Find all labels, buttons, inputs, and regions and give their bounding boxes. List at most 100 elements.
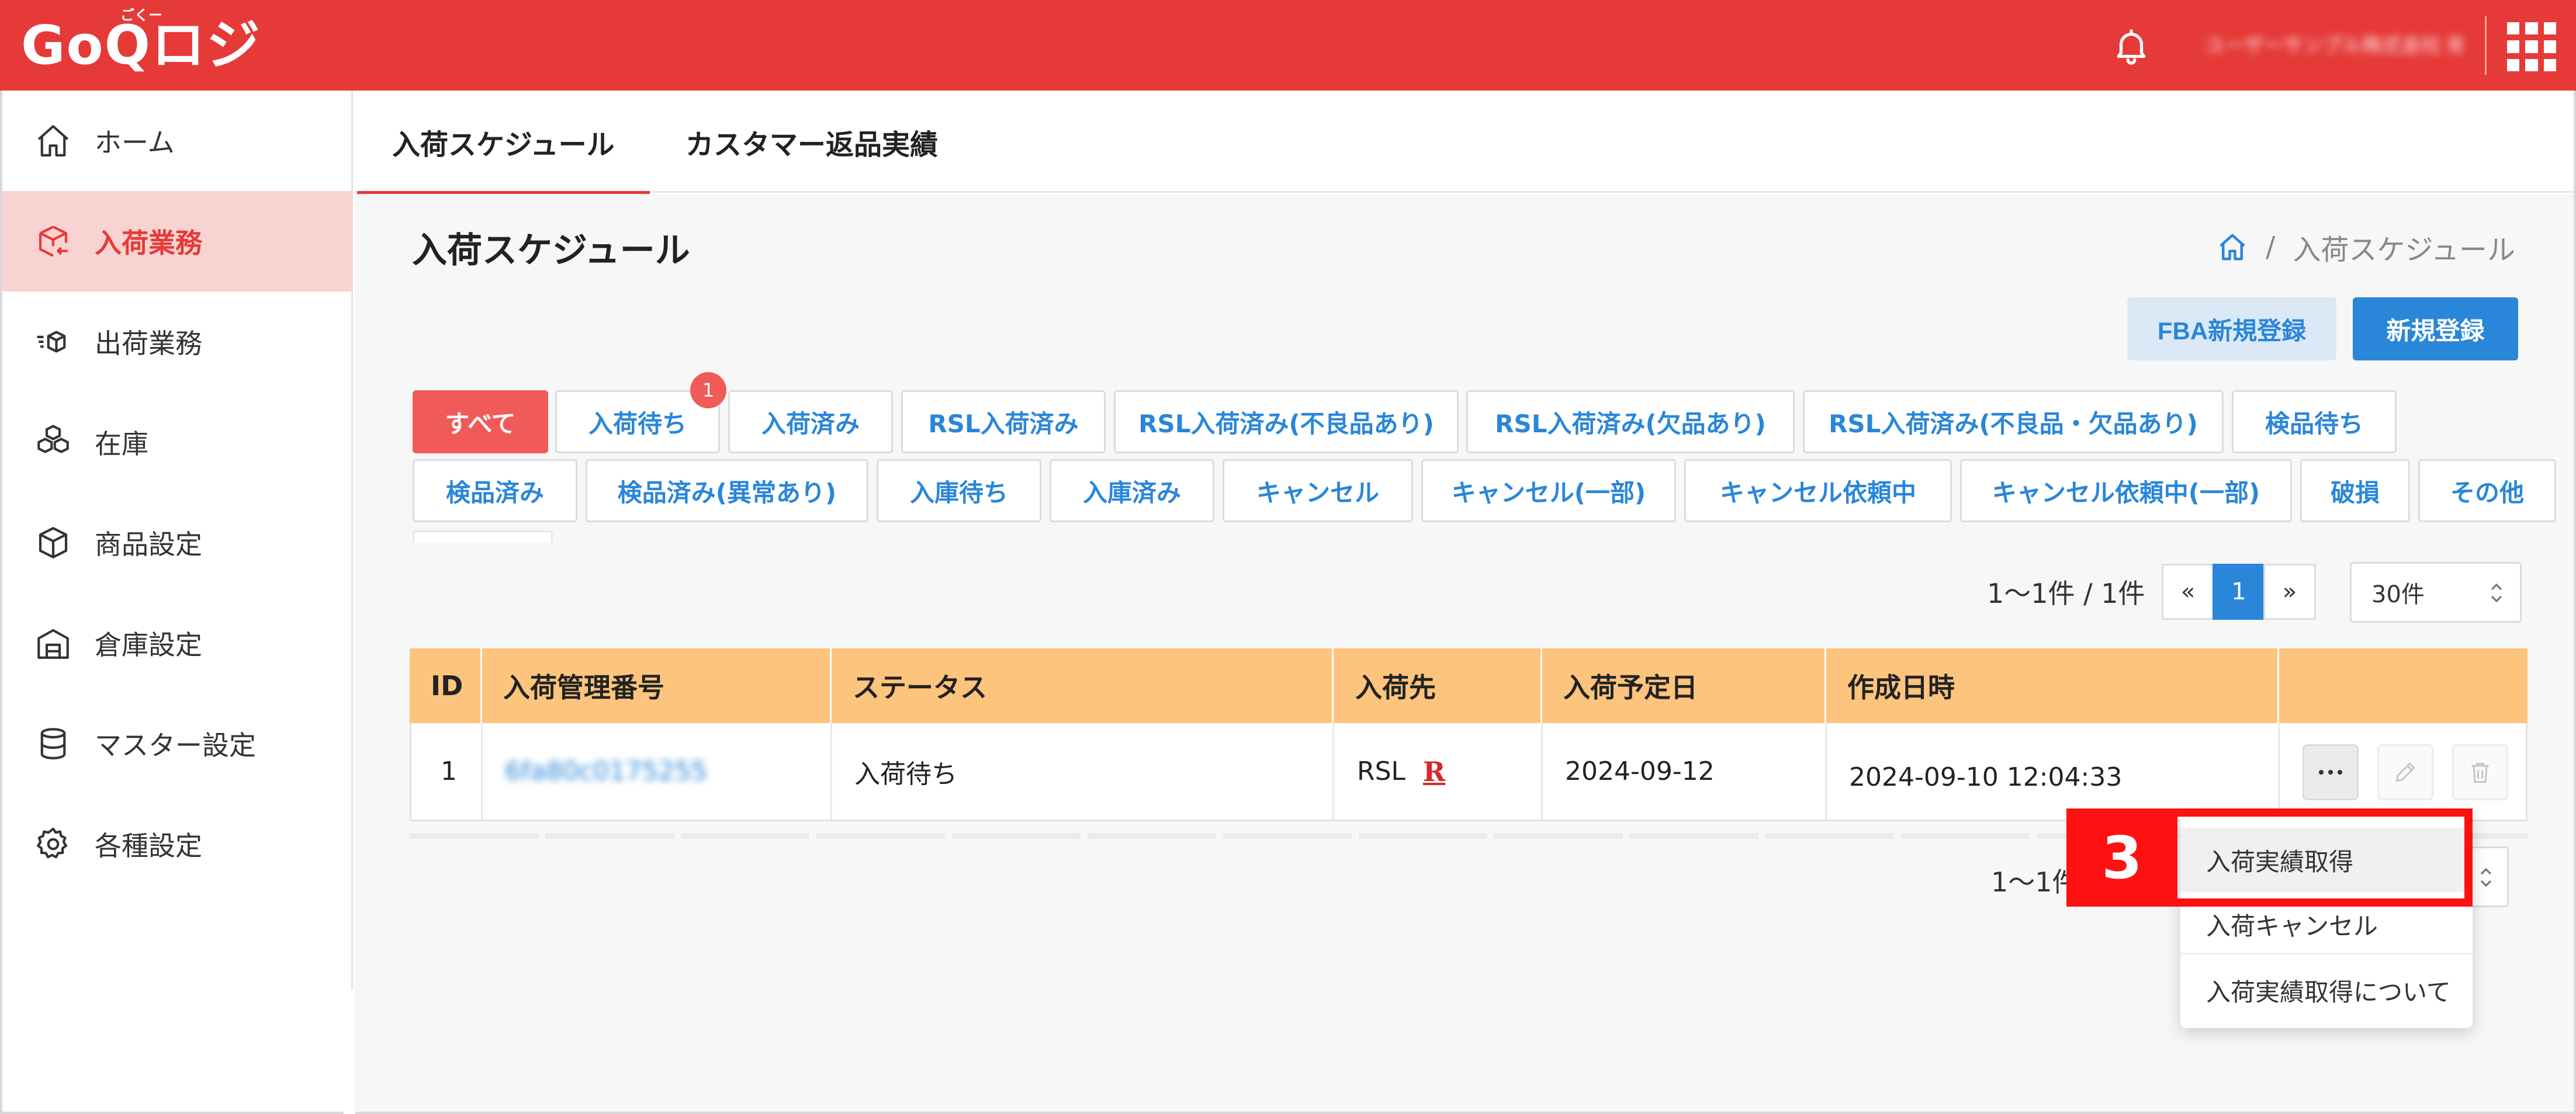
pagination-prev[interactable]: «	[2162, 564, 2214, 620]
filter-arrived[interactable]: 入荷済み	[728, 390, 893, 453]
user-name-menu[interactable]: ユーザーサンプル株式会社 様	[2204, 34, 2461, 57]
step-number-badge: 3	[2066, 808, 2177, 907]
status-filter-tabs: すべて 入荷待ち 入荷済み RSL入荷済み RSL入荷済み(不良品あり) RSL…	[413, 390, 2563, 542]
filter-cancel-partial[interactable]: キャンセル(一部)	[1421, 459, 1676, 522]
filter-damaged[interactable]: 破損	[2300, 459, 2410, 522]
logo-text: GoQロジ	[21, 14, 261, 77]
sidebar-item-home[interactable]: ホーム	[2, 91, 353, 191]
menu-item-about-inbound-results[interactable]: 入荷実績取得について	[2180, 958, 2473, 1022]
column-divider	[1541, 723, 1543, 820]
sidebar-item-various-settings[interactable]: 各種設定	[2, 794, 353, 894]
gear-icon	[37, 827, 68, 859]
filter-awaiting-inspection[interactable]: 検品待ち	[2232, 390, 2397, 453]
column-header[interactable]: 入荷管理番号	[503, 648, 664, 723]
new-button[interactable]: 新規登録	[2353, 297, 2518, 360]
product-box-icon	[39, 527, 68, 558]
filter-rsl-defective-missing[interactable]: RSL入荷済み(不良品・欠品あり)	[1803, 390, 2224, 453]
cell-number: 6fa80c0175255	[505, 723, 708, 820]
sidebar-item-outbound[interactable]: 出荷業務	[2, 291, 353, 392]
sidebar-item-label: ホーム	[95, 127, 175, 158]
column-divider	[1540, 648, 1542, 723]
pencil-icon	[2395, 762, 2415, 782]
column-divider	[481, 723, 483, 820]
bell-icon[interactable]	[2111, 25, 2152, 68]
sidebar-item-label: 各種設定	[95, 830, 202, 862]
filter-cancel-requested-partial[interactable]: キャンセル依頼中(一部)	[1960, 459, 2292, 522]
column-header[interactable]: 入荷予定日	[1563, 648, 1698, 723]
sidebar-item-master-settings[interactable]: マスター設定	[2, 693, 353, 794]
edit-button[interactable]	[2377, 744, 2433, 800]
filter-other[interactable]: その他	[2418, 459, 2556, 522]
column-divider	[480, 648, 482, 723]
updown-chevron-icon	[2491, 583, 2502, 603]
filter-cancel[interactable]: キャンセル	[1223, 459, 1413, 522]
rakuten-r-icon: R	[1423, 755, 1446, 787]
outbound-box-icon	[37, 331, 66, 353]
column-divider	[2278, 723, 2280, 820]
delete-button[interactable]	[2452, 744, 2508, 800]
per-page-select[interactable]: 30件	[2350, 562, 2522, 623]
table-header: ID 入荷管理番号 ステータス 入荷先 入荷予定日 作成日時	[410, 648, 2527, 723]
sidebar-item-label: 倉庫設定	[95, 629, 202, 661]
sidebar: ホーム 入荷業務 出荷業務 在庫 商品設定 倉庫設定 マスター設定 各種設定	[2, 91, 353, 1112]
updown-chevron-icon	[2480, 867, 2492, 887]
home-icon	[37, 125, 69, 157]
column-header[interactable]: 作成日時	[1847, 648, 1955, 723]
pagination-count-bottom: 1〜1件	[1991, 866, 2079, 898]
column-header: ID	[431, 670, 463, 702]
pagination-next[interactable]: »	[2263, 564, 2316, 620]
column-header[interactable]: 入荷先	[1355, 648, 1436, 723]
filter-cancel-requested[interactable]: キャンセル依頼中	[1684, 459, 1952, 522]
warehouse-icon	[37, 629, 69, 659]
breadcrumb: / 入荷スケジュール	[2217, 227, 2515, 268]
sidebar-item-label: 在庫	[95, 428, 148, 460]
sidebar-item-label: 入荷業務	[95, 227, 202, 259]
cell-destination: RSL R	[1357, 723, 1445, 820]
column-divider	[2277, 648, 2279, 723]
column-divider	[1332, 723, 1334, 820]
column-divider	[1825, 723, 1827, 820]
per-page-value: 30件	[2371, 581, 2425, 608]
tab-customer-returns[interactable]: カスタマー返品実績	[685, 91, 938, 193]
filter-overflow	[413, 530, 553, 542]
column-divider	[830, 648, 832, 723]
filter-inspected-abnormal[interactable]: 検品済み(異常あり)	[586, 459, 868, 522]
filter-count-badge: 1	[690, 372, 726, 408]
stock-boxes-icon	[37, 425, 69, 453]
sidebar-item-label: マスター設定	[95, 730, 256, 761]
header-divider	[2485, 16, 2487, 75]
filter-all[interactable]: すべて	[413, 390, 548, 453]
sidebar-item-label: 出荷業務	[95, 328, 202, 359]
database-icon	[40, 728, 66, 759]
app-header: GoQロジ ごくー ユーザーサンプル株式会社 様	[0, 0, 2576, 91]
filter-rsl-missing[interactable]: RSL入荷済み(欠品あり)	[1466, 390, 1795, 453]
column-divider	[830, 723, 832, 820]
sidebar-item-inbound[interactable]: 入荷業務	[2, 191, 353, 291]
tab-inbound-schedule[interactable]: 入荷スケジュール	[357, 91, 650, 195]
filter-rsl-defective[interactable]: RSL入荷済み(不良品あり)	[1114, 390, 1459, 453]
sidebar-gap	[344, 990, 355, 1114]
filter-rsl-arrived[interactable]: RSL入荷済み	[901, 390, 1106, 453]
destination-text: RSL	[1357, 756, 1406, 786]
sidebar-item-stock[interactable]: 在庫	[2, 392, 353, 492]
fba-new-button[interactable]: FBA新規登録	[2127, 297, 2336, 360]
home-icon[interactable]	[2217, 231, 2248, 263]
table-row: 1 6fa80c0175255 入荷待ち RSL R 2024-09-12 20…	[410, 723, 2527, 821]
cell-status: 入荷待ち	[854, 759, 957, 789]
inbound-box-icon	[39, 225, 68, 257]
column-header[interactable]: ステータス	[853, 648, 987, 723]
filter-inspected[interactable]: 検品済み	[413, 459, 577, 522]
inbound-number-link[interactable]: 6fa80c0175255	[505, 756, 708, 786]
more-actions-button[interactable]	[2303, 744, 2359, 800]
column-divider	[1332, 648, 1334, 723]
filter-stored[interactable]: 入庫済み	[1050, 459, 1214, 522]
sidebar-item-product-settings[interactable]: 商品設定	[2, 492, 353, 593]
breadcrumb-current: 入荷スケジュール	[2293, 234, 2515, 266]
sidebar-item-warehouse-settings[interactable]: 倉庫設定	[2, 593, 353, 693]
cell-id: 1	[441, 756, 457, 786]
goq-logo[interactable]: GoQロジ ごくー	[21, 8, 261, 77]
filter-awaiting-storage[interactable]: 入庫待ち	[877, 459, 1041, 522]
app-grid-icon[interactable]	[2507, 22, 2556, 71]
sidebar-item-label: 商品設定	[95, 529, 202, 560]
pagination-page-1[interactable]: 1	[2213, 564, 2265, 620]
